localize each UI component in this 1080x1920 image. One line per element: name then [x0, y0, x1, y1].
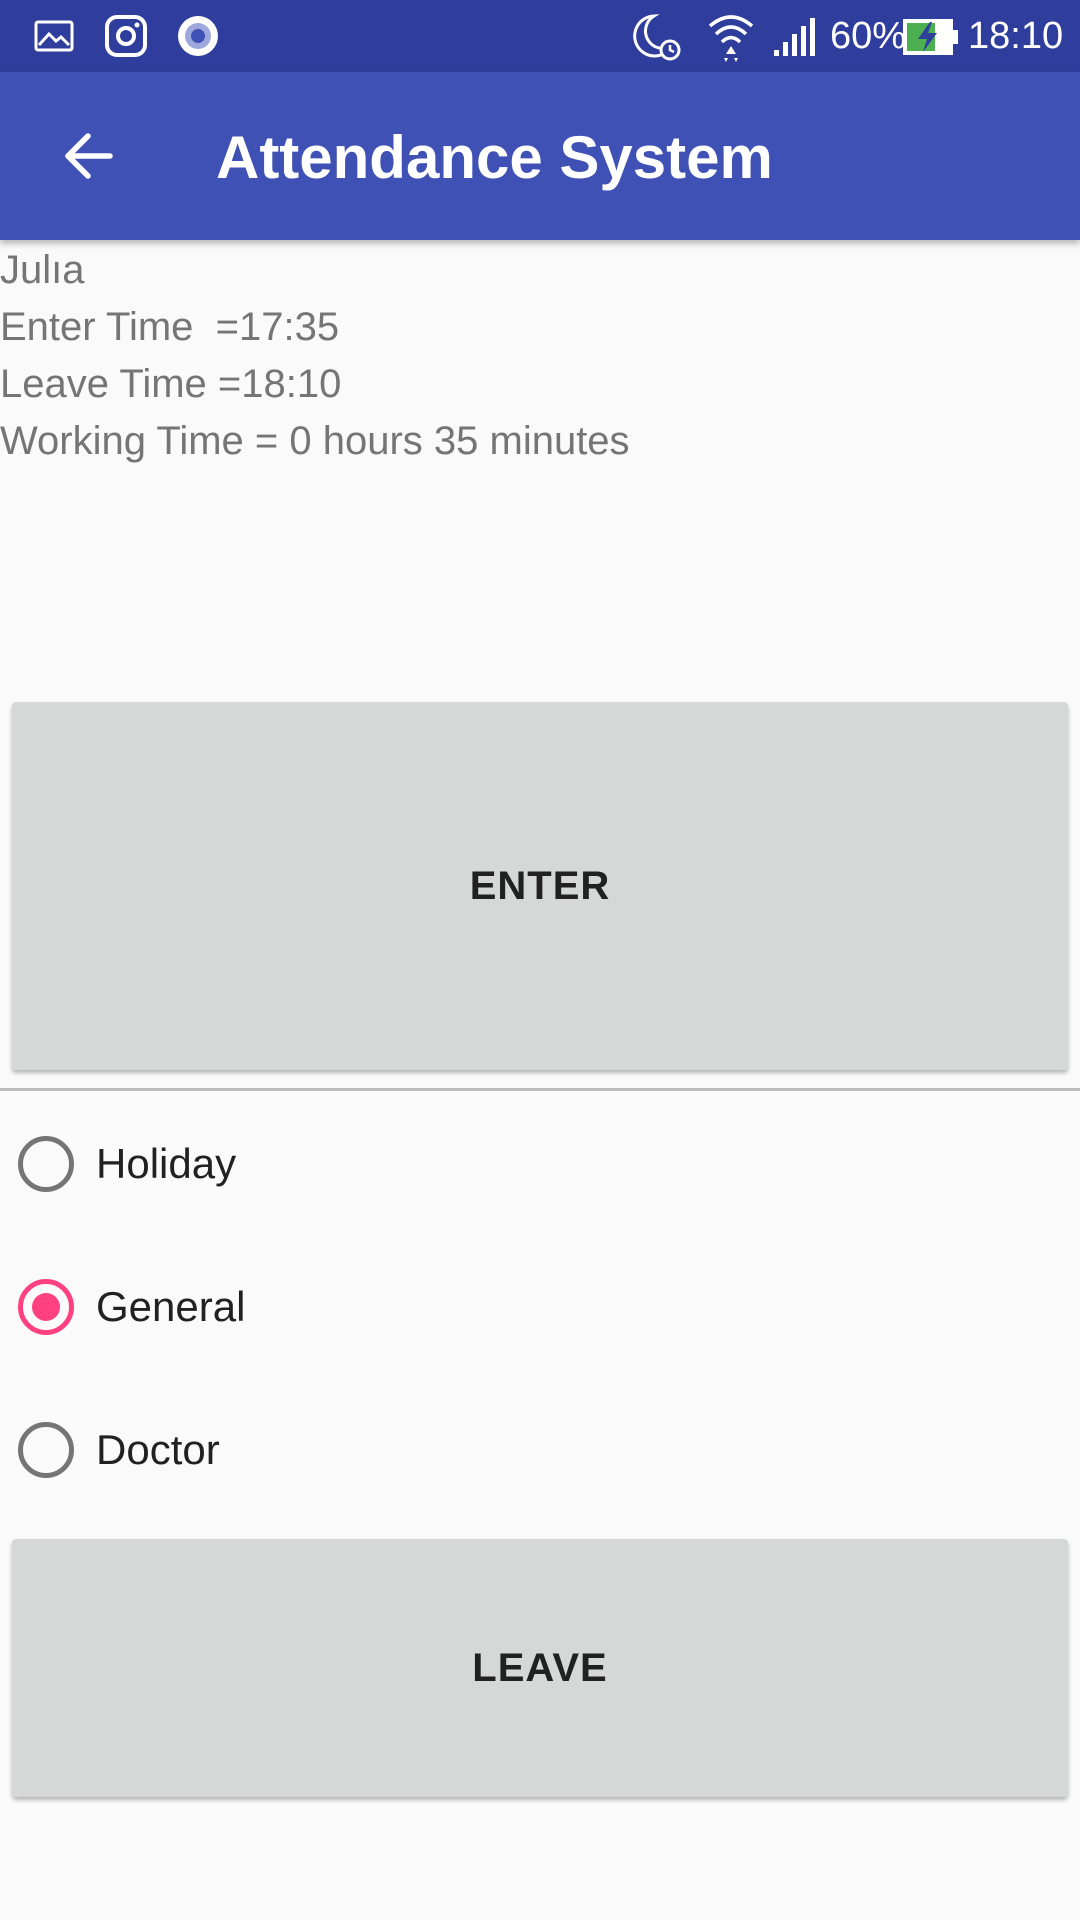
status-time: 18:10 [968, 15, 1064, 57]
back-button[interactable] [40, 108, 136, 204]
leave-button[interactable]: LEAVE [12, 1539, 1068, 1797]
radio-doctor[interactable]: Doctor [0, 1395, 1080, 1505]
battery-percent: 60% [830, 15, 907, 57]
app-bar: Attendance System [0, 72, 1080, 240]
radio-button-unchecked-icon[interactable] [18, 1422, 74, 1478]
recorder-icon [174, 12, 222, 60]
signal-icon [772, 16, 822, 63]
page-title: Attendance System [216, 124, 773, 191]
gallery-icon [30, 12, 78, 60]
radio-general[interactable]: General [0, 1252, 1080, 1362]
night-alarm-icon [628, 10, 684, 69]
radio-label-holiday: Holiday [96, 1140, 237, 1187]
radio-holiday[interactable]: Holiday [0, 1109, 1080, 1219]
radio-dot [32, 1293, 60, 1321]
battery-charging-icon [902, 18, 960, 61]
status-bar: 60% 18:10 [0, 0, 1080, 72]
radio-button-checked-icon[interactable] [18, 1279, 74, 1335]
enter-time-text: Enter Time =17:35 [0, 305, 340, 349]
radio-label-general: General [96, 1283, 246, 1330]
instagram-icon [102, 12, 150, 60]
user-name: Julıa [0, 248, 85, 292]
radio-label-doctor: Doctor [96, 1426, 220, 1473]
working-time-text: Working Time = 0 hours 35 minutes [0, 419, 630, 463]
leave-time-text: Leave Time =18:10 [0, 362, 342, 406]
wifi-icon [706, 10, 756, 67]
enter-button[interactable]: ENTER [12, 702, 1068, 1070]
divider [0, 1088, 1080, 1091]
arrow-back-icon [65, 133, 113, 179]
radio-button-unchecked-icon[interactable] [18, 1136, 74, 1192]
